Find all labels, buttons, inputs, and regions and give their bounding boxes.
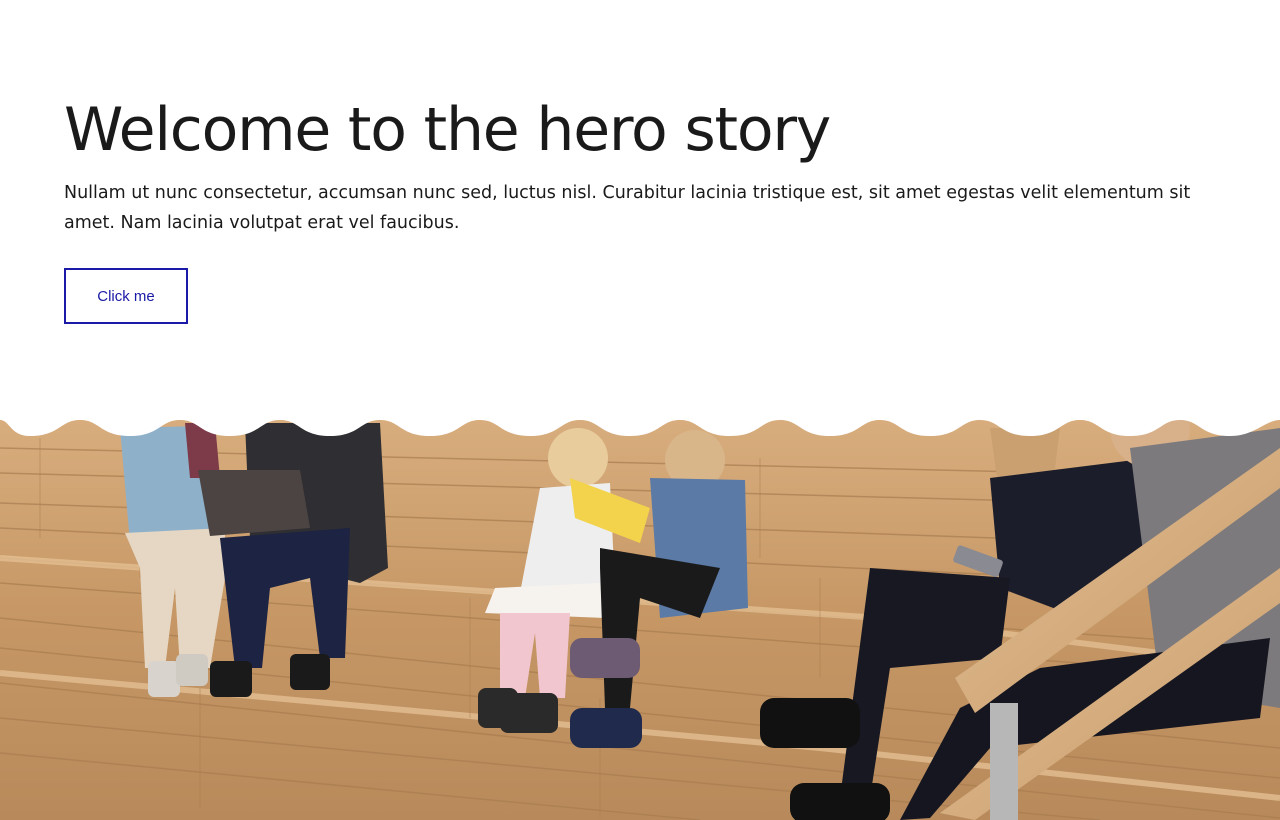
hero-title: Welcome to the hero story: [64, 95, 831, 165]
click-me-button[interactable]: Click me: [64, 268, 188, 324]
hero-description: Nullam ut nunc consectetur, accumsan nun…: [64, 183, 1191, 233]
hero-text-block: Welcome to the hero story Nullam ut nunc…: [64, 92, 1214, 238]
hero-photo: [0, 418, 1280, 820]
